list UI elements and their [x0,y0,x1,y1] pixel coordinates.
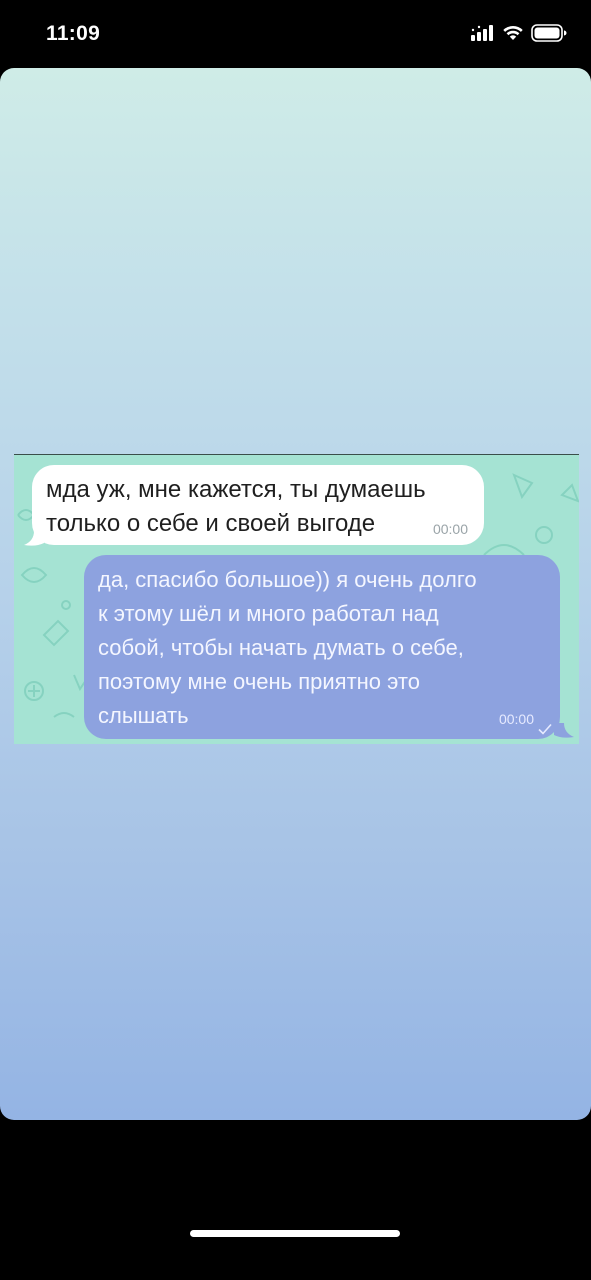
image-viewer-card: мда уж, мне кажется, ты думаешь только о… [0,68,591,1120]
home-indicator[interactable] [190,1230,400,1237]
incoming-message-bubble[interactable]: мда уж, мне кажется, ты думаешь только о… [32,465,484,545]
outgoing-message-bubble[interactable]: да, спасибо большое)) я очень долго к эт… [84,555,560,739]
checkmark-icon [538,711,552,744]
battery-icon [531,24,567,42]
wifi-icon [502,25,524,41]
status-time: 11:09 [46,22,101,45]
outgoing-message-time: 00:00 [498,711,534,727]
outgoing-bubble-tail [554,723,574,738]
incoming-bubble-tail [24,531,44,546]
cellular-signal-icon [471,25,495,41]
incoming-message-time: 00:00 [432,521,468,537]
incoming-message-text: мда уж, мне кажется, ты думаешь только о… [46,476,426,537]
outgoing-message-text: да, спасибо большое)) я очень долго к эт… [98,567,477,728]
status-bar: 11:09 [0,0,591,68]
status-icons [471,24,567,42]
chat-screenshot: мда уж, мне кажется, ты думаешь только о… [14,454,579,744]
